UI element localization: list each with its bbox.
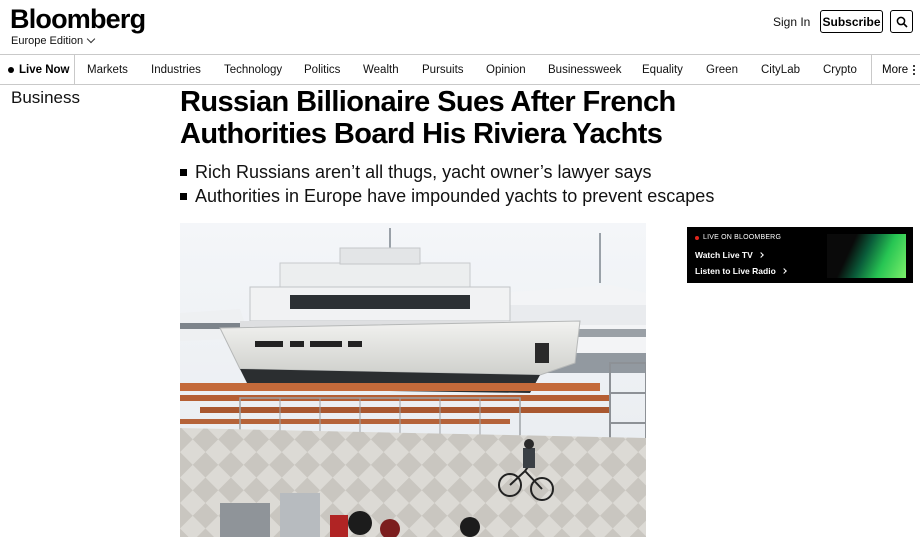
listen-live-radio-label: Listen to Live Radio (695, 266, 776, 276)
watch-live-tv-label: Watch Live TV (695, 250, 753, 260)
watch-live-tv-link[interactable]: Watch Live TV (695, 250, 764, 260)
live-tag-label: LIVE ON BLOOMBERG (703, 234, 782, 241)
nav-more-button[interactable]: More (871, 55, 920, 84)
article-summary-bullets: Rich Russians aren’t all thugs, yacht ow… (180, 160, 780, 208)
main-nav: Live Now Markets Industries Technology P… (0, 54, 920, 85)
section-label[interactable]: Business (11, 88, 80, 108)
summary-bullet-text: Authorities in Europe have impounded yac… (195, 186, 715, 206)
summary-bullet: Authorities in Europe have impounded yac… (180, 184, 780, 208)
bloomberg-logo[interactable]: Bloomberg (10, 4, 146, 35)
chevron-right-icon (780, 268, 787, 274)
summary-bullet-text: Rich Russians aren’t all thugs, yacht ow… (195, 162, 652, 182)
bullet-square-icon (180, 168, 187, 176)
article-lead-photo (180, 223, 646, 537)
nav-live-label: Live Now (19, 63, 70, 76)
subscribe-button[interactable]: Subscribe (820, 10, 883, 33)
nav-item-industries[interactable]: Industries (151, 55, 201, 84)
nav-item-pursuits[interactable]: Pursuits (422, 55, 464, 84)
nav-item-politics[interactable]: Politics (304, 55, 340, 84)
article-headline: Russian Billionaire Sues After French Au… (180, 86, 676, 150)
search-button[interactable] (890, 10, 913, 33)
edition-selector[interactable]: Europe Edition (11, 34, 96, 47)
search-icon (896, 16, 908, 28)
nav-item-crypto[interactable]: Crypto (823, 55, 857, 84)
summary-bullet: Rich Russians aren’t all thugs, yacht ow… (180, 160, 780, 184)
nav-live-now[interactable]: Live Now (0, 55, 75, 84)
nav-item-businessweek[interactable]: Businessweek (548, 55, 622, 84)
nav-item-wealth[interactable]: Wealth (363, 55, 399, 84)
live-tv-thumbnail[interactable] (827, 234, 906, 278)
nav-item-green[interactable]: Green (706, 55, 738, 84)
live-tag: LIVE ON BLOOMBERG (695, 234, 781, 241)
nav-item-markets[interactable]: Markets (87, 55, 128, 84)
listen-live-radio-link[interactable]: Listen to Live Radio (695, 266, 787, 276)
sign-in-link[interactable]: Sign In (773, 15, 810, 29)
nav-item-opinion[interactable]: Opinion (486, 55, 526, 84)
live-on-bloomberg-widget[interactable]: LIVE ON BLOOMBERG Watch Live TV Listen t… (687, 227, 913, 283)
edition-label: Europe Edition (11, 35, 84, 47)
nav-more-label: More (882, 63, 909, 76)
nav-item-technology[interactable]: Technology (224, 55, 282, 84)
chevron-down-icon (86, 34, 96, 44)
more-vertical-icon (913, 64, 916, 75)
nav-item-citylab[interactable]: CityLab (761, 55, 800, 84)
live-dot-icon (8, 66, 14, 73)
live-red-dot-icon (695, 235, 699, 240)
chevron-right-icon (757, 252, 764, 258)
nav-item-equality[interactable]: Equality (642, 55, 683, 84)
yacht-drydock-illustration (180, 223, 646, 537)
bullet-square-icon (180, 192, 187, 200)
